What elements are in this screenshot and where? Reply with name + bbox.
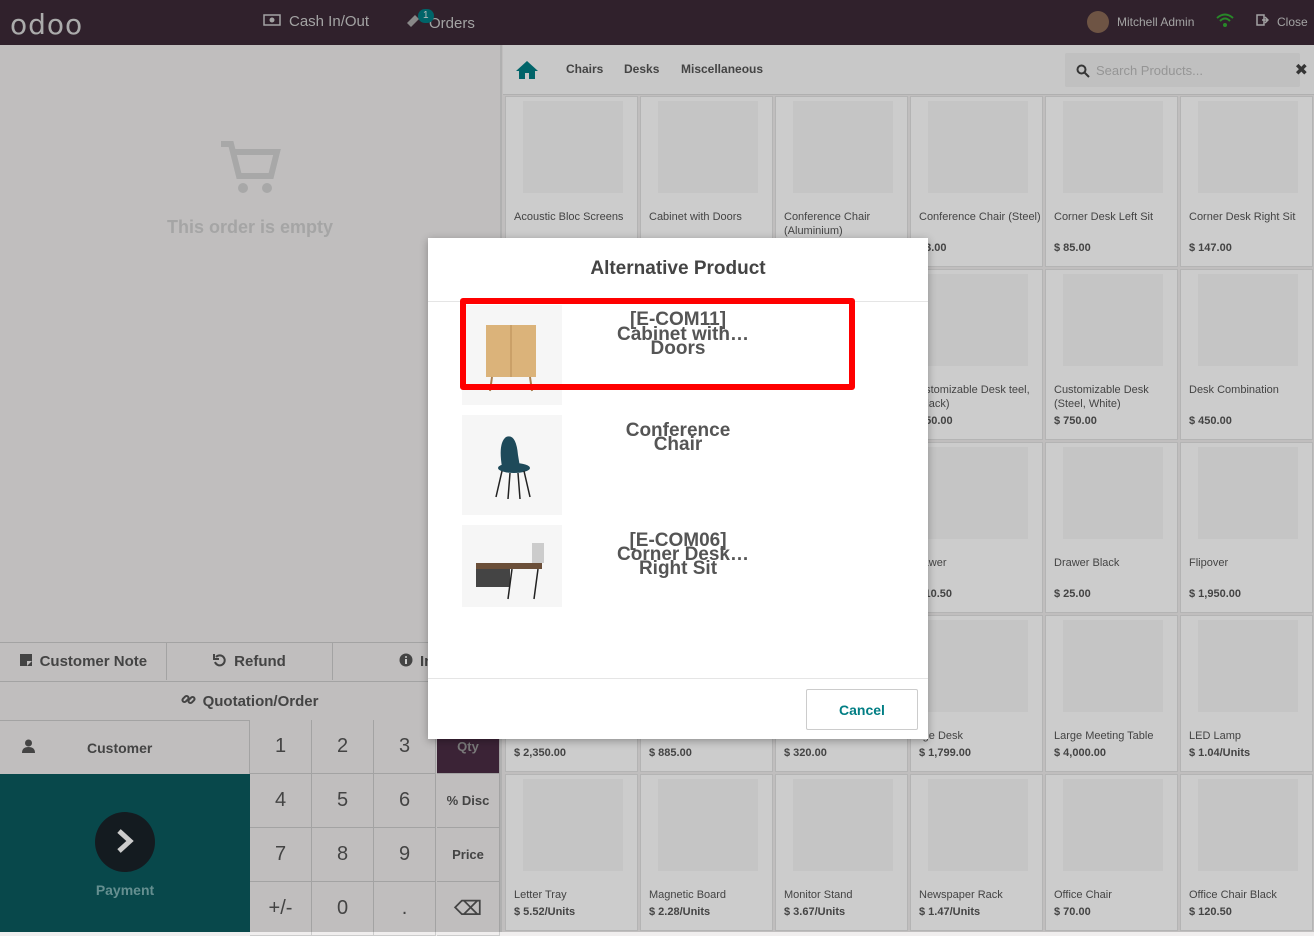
product-image <box>462 415 562 515</box>
dialog-title: Alternative Product <box>590 258 766 279</box>
cancel-button[interactable]: Cancel <box>806 689 918 730</box>
alternative-name-line2: Chair <box>653 434 703 455</box>
product-image <box>462 525 562 607</box>
highlight-box <box>460 298 855 390</box>
divider <box>428 678 928 679</box>
alternative-name-line2: Right Sit <box>638 558 718 579</box>
